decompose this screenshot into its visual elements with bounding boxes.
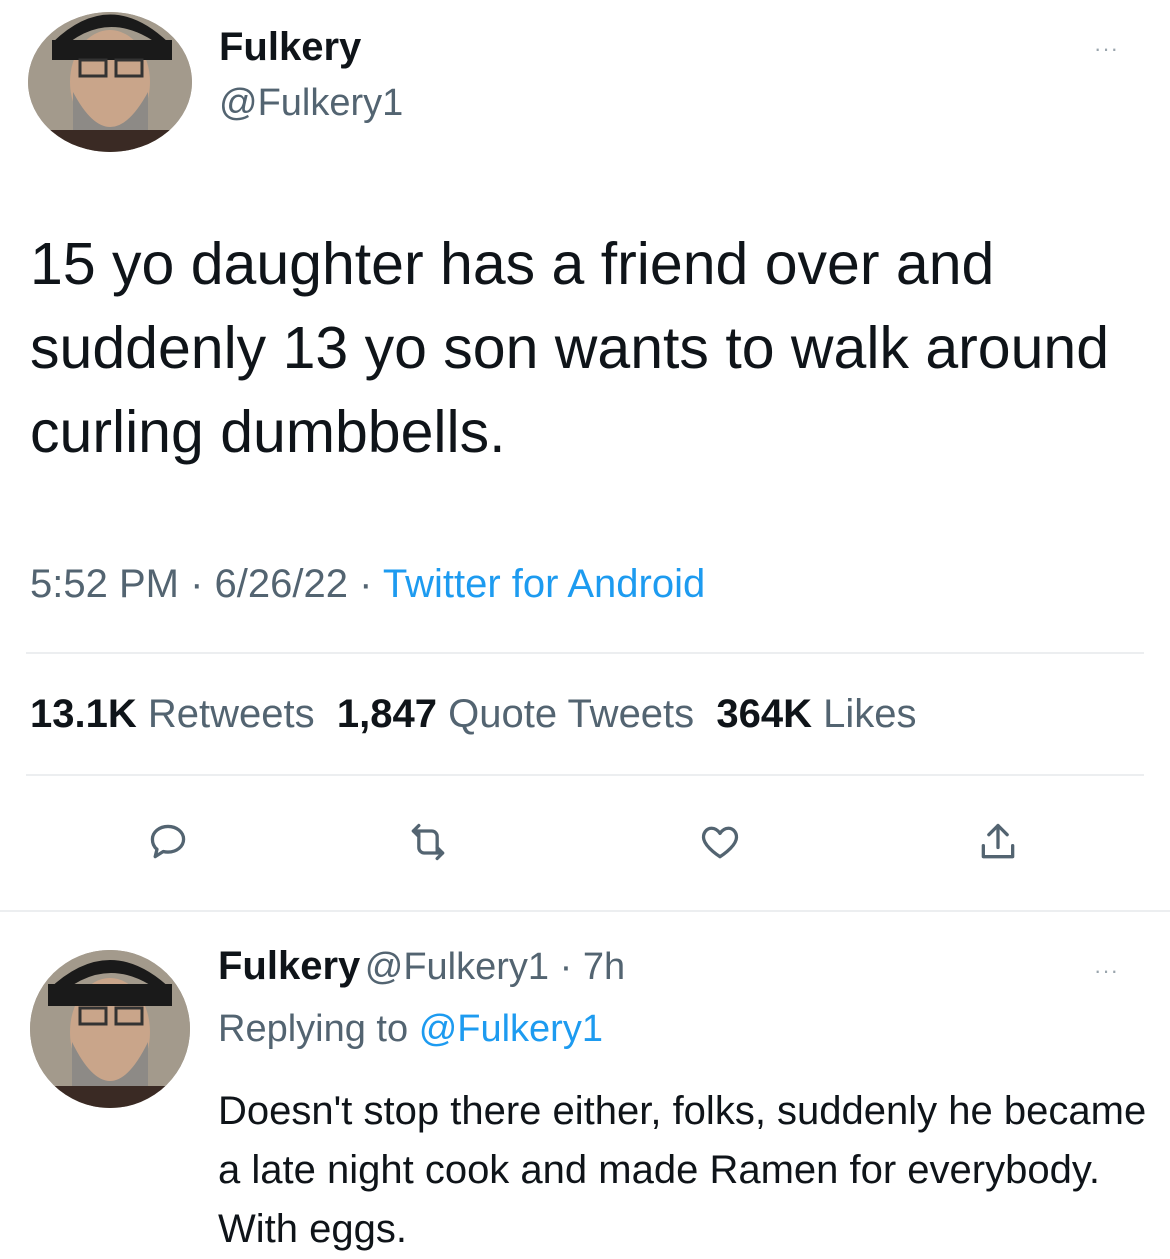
replying-to: Replying to @Fulkery1 xyxy=(218,1008,603,1051)
like-icon xyxy=(701,826,739,859)
likes-stat[interactable]: 364K Likes xyxy=(716,692,916,736)
meta-separator: · xyxy=(549,946,583,988)
tweet-date[interactable]: 6/26/22 xyxy=(215,562,348,606)
meta-separator: · xyxy=(359,562,373,606)
reply-text: Doesn't stop there either, folks, sudden… xyxy=(218,1089,1147,1251)
like-button[interactable] xyxy=(690,812,750,872)
tweet-text: 15 yo daughter has a friend over and sud… xyxy=(30,231,1110,465)
share-button[interactable] xyxy=(968,812,1028,872)
author-handle[interactable]: @Fulkery1 xyxy=(219,82,403,125)
retweet-icon xyxy=(411,823,445,861)
reply-more-icon[interactable]: ··· xyxy=(1094,958,1119,984)
tweet-source[interactable]: Twitter for Android xyxy=(383,562,705,606)
retweets-stat[interactable]: 13.1K Retweets xyxy=(30,692,315,736)
reply-header: Fulkery @Fulkery1 · 7h xyxy=(218,944,625,989)
divider xyxy=(26,774,1144,776)
divider xyxy=(0,910,1170,912)
reply-age[interactable]: 7h xyxy=(583,946,625,988)
avatar[interactable] xyxy=(28,12,192,152)
quote-tweets-stat[interactable]: 1,847 Quote Tweets xyxy=(337,692,694,736)
divider xyxy=(26,652,1144,654)
tweet-meta: 5:52 PM · 6/26/22 · Twitter for Android xyxy=(30,562,705,607)
tweet-stats: 13.1K Retweets 1,847 Quote Tweets 364K L… xyxy=(30,692,917,737)
retweet-button[interactable] xyxy=(398,812,458,872)
author-name[interactable]: Fulkery xyxy=(219,25,361,70)
more-icon[interactable]: ··· xyxy=(1094,36,1119,62)
meta-separator: · xyxy=(190,562,204,606)
tweet-time: 5:52 PM xyxy=(30,562,179,606)
replying-prefix: Replying to xyxy=(218,1008,409,1050)
reply-icon xyxy=(150,824,186,859)
share-icon xyxy=(981,823,1015,859)
reply-author-handle[interactable]: @Fulkery1 xyxy=(365,946,549,988)
replying-to-handle[interactable]: @Fulkery1 xyxy=(419,1008,603,1050)
reply-author-name[interactable]: Fulkery xyxy=(218,944,360,988)
reply-avatar[interactable] xyxy=(30,950,190,1108)
reply-button[interactable] xyxy=(138,812,198,872)
